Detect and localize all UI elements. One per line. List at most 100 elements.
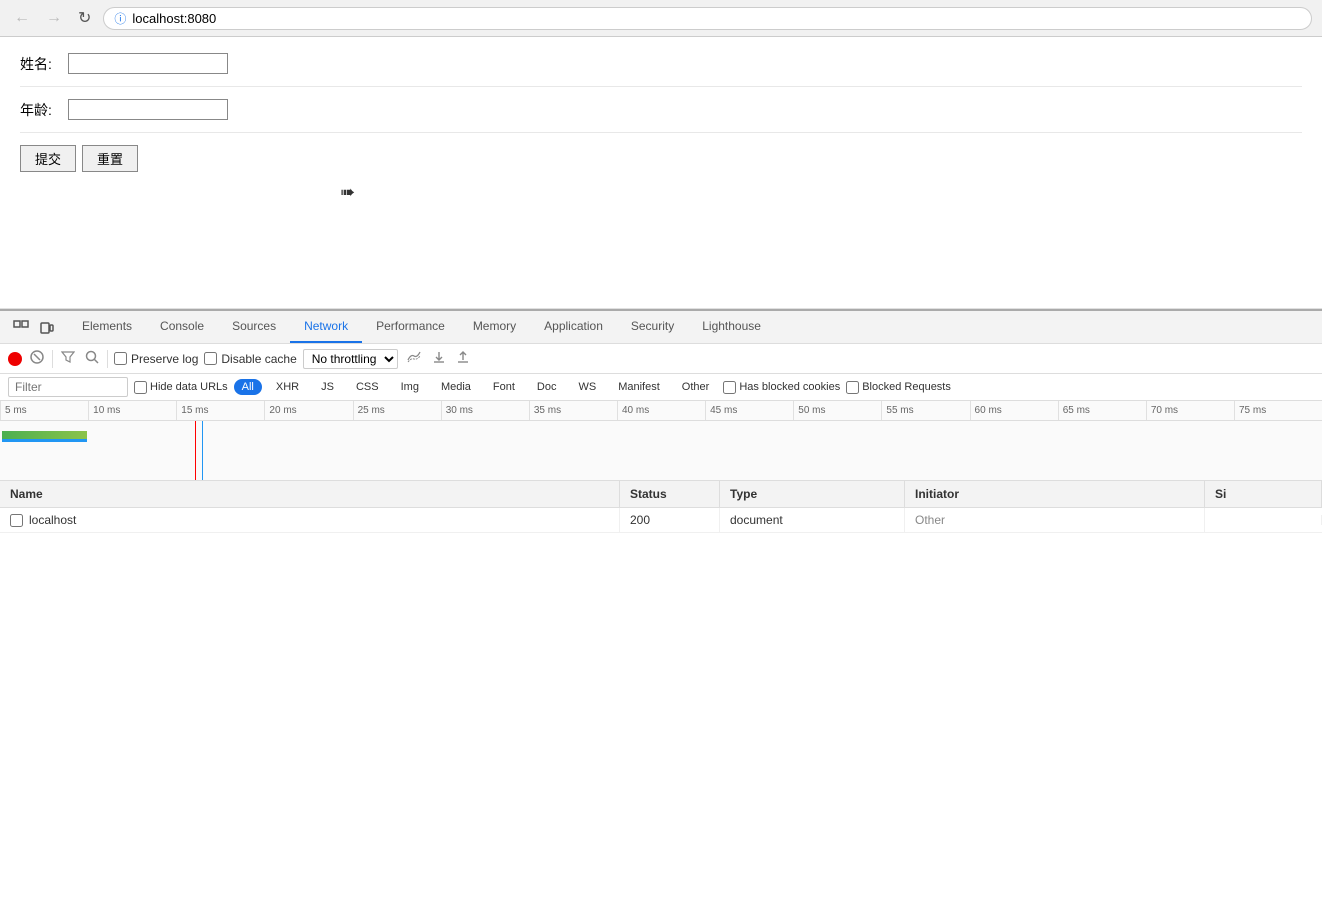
devtools-tabs: Elements Console Sources Network Perform… — [0, 311, 1322, 344]
tab-security[interactable]: Security — [617, 311, 688, 343]
mouse-cursor: ➠ — [340, 182, 355, 203]
tick-55ms: 55 ms — [881, 401, 969, 420]
disable-cache-checkbox[interactable]: Disable cache — [204, 352, 296, 366]
devtools-panel: Elements Console Sources Network Perform… — [0, 309, 1322, 889]
filter-media[interactable]: Media — [433, 379, 479, 395]
tick-40ms: 40 ms — [617, 401, 705, 420]
th-size: Si — [1205, 481, 1322, 507]
import-har-button[interactable] — [430, 348, 448, 369]
disable-cache-input[interactable] — [204, 352, 217, 365]
tick-35ms: 35 ms — [529, 401, 617, 420]
filter-manifest[interactable]: Manifest — [610, 379, 668, 395]
table-row[interactable]: localhost 200 document Other — [0, 508, 1322, 533]
device-toolbar-button[interactable] — [34, 316, 60, 343]
td-type: document — [720, 508, 905, 532]
network-toolbar: Preserve log Disable cache No throttling… — [0, 344, 1322, 374]
tick-20ms: 20 ms — [264, 401, 352, 420]
timeline-content — [0, 421, 1322, 481]
blocked-requests-checkbox[interactable]: Blocked Requests — [846, 381, 951, 394]
age-form-row: 年龄: — [20, 99, 1302, 133]
td-size — [1205, 515, 1322, 525]
filter-other[interactable]: Other — [674, 379, 718, 395]
record-button[interactable] — [8, 352, 22, 366]
submit-button[interactable]: 提交 — [20, 145, 76, 172]
tick-30ms: 30 ms — [441, 401, 529, 420]
tick-70ms: 70 ms — [1146, 401, 1234, 420]
name-input[interactable] — [68, 53, 228, 74]
filter-ws[interactable]: WS — [570, 379, 604, 395]
filter-bar: Hide data URLs All XHR JS CSS Img Media … — [0, 374, 1322, 401]
cursor-area: ➠ — [20, 172, 1302, 292]
network-table: Name Status Type Initiator Si localhost … — [0, 481, 1322, 889]
timeline-green-bar — [2, 431, 87, 439]
tick-10ms: 10 ms — [88, 401, 176, 420]
filter-input[interactable] — [8, 377, 128, 397]
name-form-row: 姓名: — [20, 53, 1302, 87]
address-bar: ⓘ — [103, 7, 1312, 30]
age-label: 年龄: — [20, 100, 60, 120]
inspect-element-button[interactable] — [8, 316, 34, 343]
tick-60ms: 60 ms — [970, 401, 1058, 420]
filter-font[interactable]: Font — [485, 379, 523, 395]
filter-css[interactable]: CSS — [348, 379, 387, 395]
th-status: Status — [620, 481, 720, 507]
filter-all[interactable]: All — [234, 379, 262, 395]
forward-button[interactable]: → — [42, 7, 66, 29]
row-name: localhost — [29, 513, 76, 527]
td-status: 200 — [620, 508, 720, 532]
hide-data-urls-input[interactable] — [134, 381, 147, 394]
th-type: Type — [720, 481, 905, 507]
tab-sources[interactable]: Sources — [218, 311, 290, 343]
name-label: 姓名: — [20, 54, 60, 74]
hide-data-urls-checkbox[interactable]: Hide data URLs — [134, 381, 228, 394]
search-button[interactable] — [83, 348, 101, 369]
row-checkbox[interactable] — [10, 514, 23, 527]
separator-2 — [107, 350, 108, 368]
reload-button[interactable]: ↻ — [74, 6, 95, 30]
filter-doc[interactable]: Doc — [529, 379, 565, 395]
tick-50ms: 50 ms — [793, 401, 881, 420]
clear-button[interactable] — [28, 348, 46, 369]
preserve-log-checkbox[interactable]: Preserve log — [114, 352, 198, 366]
page-content: 姓名: 年龄: 提交 重置 ➠ — [0, 37, 1322, 309]
tab-application[interactable]: Application — [530, 311, 617, 343]
filter-button[interactable] — [59, 348, 77, 369]
tab-lighthouse[interactable]: Lighthouse — [688, 311, 775, 343]
has-blocked-cookies-checkbox[interactable]: Has blocked cookies — [723, 381, 840, 394]
tab-console[interactable]: Console — [146, 311, 218, 343]
timeline-ruler: 5 ms 10 ms 15 ms 20 ms 25 ms 30 ms 35 ms… — [0, 401, 1322, 421]
tick-15ms: 15 ms — [176, 401, 264, 420]
timeline-blue-line — [202, 421, 203, 481]
tab-elements[interactable]: Elements — [68, 311, 146, 343]
tick-5ms: 5 ms — [0, 401, 88, 420]
export-har-button[interactable] — [454, 348, 472, 369]
tab-network[interactable]: Network — [290, 311, 362, 343]
back-button[interactable]: ← — [10, 7, 34, 29]
filter-xhr[interactable]: XHR — [268, 379, 307, 395]
timeline-blue-bar — [2, 439, 87, 442]
browser-chrome: ← → ↻ ⓘ — [0, 0, 1322, 37]
network-conditions-button[interactable] — [404, 348, 424, 369]
th-name: Name — [0, 481, 620, 507]
preserve-log-input[interactable] — [114, 352, 127, 365]
has-blocked-cookies-input[interactable] — [723, 381, 736, 394]
filter-js[interactable]: JS — [313, 379, 342, 395]
timeline-red-line — [195, 421, 196, 481]
url-input[interactable] — [132, 11, 1301, 26]
td-name: localhost — [0, 508, 620, 532]
secure-icon: ⓘ — [114, 10, 126, 27]
timeline-area: 5 ms 10 ms 15 ms 20 ms 25 ms 30 ms 35 ms… — [0, 401, 1322, 481]
tab-performance[interactable]: Performance — [362, 311, 459, 343]
throttle-select[interactable]: No throttling Fast 3G Slow 3G Offline — [303, 349, 398, 369]
form-buttons: 提交 重置 — [20, 145, 1302, 172]
table-header: Name Status Type Initiator Si — [0, 481, 1322, 508]
tick-65ms: 65 ms — [1058, 401, 1146, 420]
filter-img[interactable]: Img — [393, 379, 427, 395]
reset-button[interactable]: 重置 — [82, 145, 138, 172]
tick-45ms: 45 ms — [705, 401, 793, 420]
separator-1 — [52, 350, 53, 368]
blocked-requests-input[interactable] — [846, 381, 859, 394]
tick-75ms: 75 ms — [1234, 401, 1322, 420]
tab-memory[interactable]: Memory — [459, 311, 530, 343]
age-input[interactable] — [68, 99, 228, 120]
